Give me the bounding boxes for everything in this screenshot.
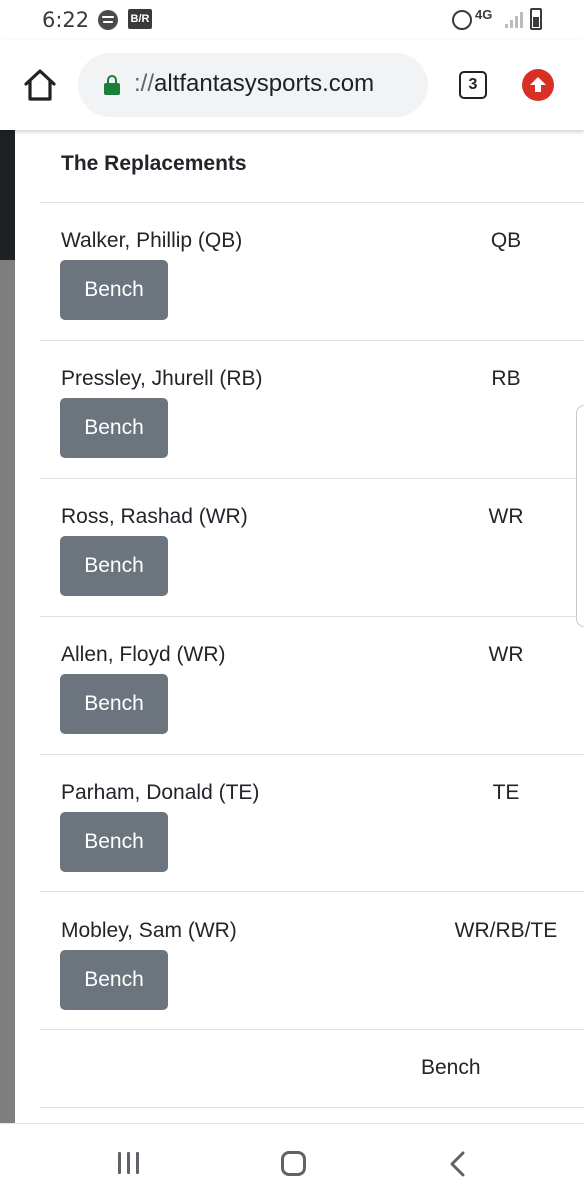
spotify-icon — [98, 10, 118, 30]
player-position: QB — [490, 229, 522, 252]
address-bar[interactable]: ://altfantasysports.com — [78, 53, 428, 117]
update-icon[interactable] — [522, 69, 554, 101]
battery-charging-icon — [530, 8, 542, 30]
divider — [40, 1029, 584, 1030]
player-position: WR — [488, 505, 524, 528]
bench-button[interactable]: Bench — [60, 536, 168, 596]
player-position: RB — [491, 367, 521, 390]
page-content[interactable]: The Replacements Walker, Phillip (QB) QB… — [0, 130, 584, 1123]
player-name: Pressley, Jhurell (RB) — [61, 367, 263, 390]
bench-section-label: Bench — [421, 1056, 481, 1079]
divider — [40, 340, 584, 341]
alarm-icon — [452, 10, 472, 30]
status-bar: 6:22 B/R 4G — [0, 0, 584, 40]
bleacher-report-icon: B/R — [128, 9, 152, 29]
player-name: Ross, Rashad (WR) — [61, 505, 248, 528]
signal-icon — [505, 12, 523, 28]
navigation-bar — [0, 1123, 584, 1200]
url-scheme: :// — [134, 70, 155, 97]
bench-button[interactable]: Bench — [60, 674, 168, 734]
divider — [40, 478, 584, 479]
bench-button[interactable]: Bench — [60, 260, 168, 320]
scroll-handle[interactable] — [576, 405, 584, 627]
side-drawer-edge[interactable] — [0, 130, 15, 1123]
network-4g-icon: 4G — [475, 7, 493, 22]
url-host: altfantasysports.com — [154, 70, 375, 97]
status-time: 6:22 — [42, 8, 90, 32]
recents-icon[interactable] — [118, 1152, 144, 1174]
player-name: Allen, Floyd (WR) — [61, 643, 226, 666]
divider — [40, 891, 584, 892]
team-name: The Replacements — [61, 152, 247, 175]
lock-icon — [104, 75, 120, 95]
divider — [40, 1107, 584, 1108]
player-name: Walker, Phillip (QB) — [61, 229, 243, 252]
tabs-icon[interactable]: 3 — [459, 71, 487, 99]
bench-button[interactable]: Bench — [60, 950, 168, 1010]
bench-button[interactable]: Bench — [60, 812, 168, 872]
divider — [40, 616, 584, 617]
bench-button[interactable]: Bench — [60, 398, 168, 458]
home-icon[interactable] — [20, 65, 60, 105]
back-icon[interactable] — [448, 1151, 468, 1177]
player-position: WR — [488, 643, 524, 666]
browser-toolbar: ://altfantasysports.com 3 — [0, 40, 584, 130]
divider — [40, 202, 584, 203]
url-text[interactable]: ://altfantasysports.com — [134, 70, 374, 98]
divider — [40, 754, 584, 755]
player-name: Mobley, Sam (WR) — [61, 919, 237, 942]
player-position: WR/RB/TE — [454, 919, 558, 942]
home-circle-icon[interactable] — [281, 1151, 306, 1176]
player-position: TE — [492, 781, 520, 804]
player-name: Parham, Donald (TE) — [61, 781, 260, 804]
